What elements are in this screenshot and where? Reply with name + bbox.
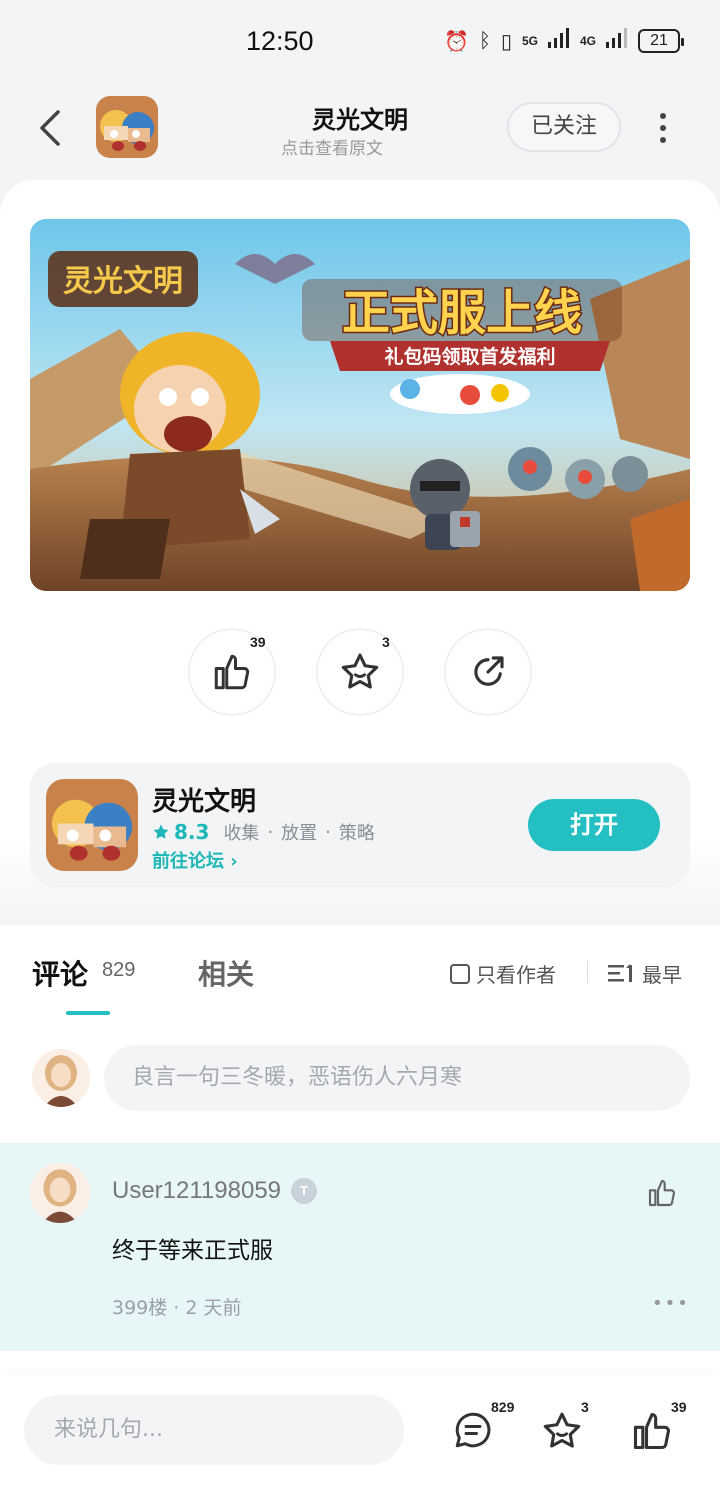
game-tag: 收集 xyxy=(223,823,260,844)
battery-icon: 21 xyxy=(638,29,684,53)
banner-logo-text: 灵光文明 xyxy=(63,264,183,299)
reply-input[interactable]: 来说几句... xyxy=(24,1395,404,1465)
comment-more-button[interactable]: ••• xyxy=(652,1293,690,1314)
rating-value: 8.3 xyxy=(174,820,210,844)
star-icon xyxy=(543,1412,581,1448)
favorite-count: 3 xyxy=(382,634,390,650)
checkbox-icon xyxy=(450,963,470,984)
comment-bubble-icon xyxy=(455,1412,491,1448)
open-game-button[interactable]: 打开 xyxy=(528,799,660,851)
status-time: 12:50 xyxy=(246,26,314,56)
tab-related[interactable]: 相关 xyxy=(198,953,254,993)
tab-comments[interactable]: 评论 xyxy=(32,953,88,993)
post-banner-image[interactable]: 灵光文明 正式服上线 礼包码领取首发福利 xyxy=(30,219,690,591)
chevron-right-icon: › xyxy=(230,851,238,872)
share-icon xyxy=(474,656,504,686)
status-icons: ⏰ ᛒ ▯ 5G 4G 21 xyxy=(444,28,684,54)
favorite-button[interactable] xyxy=(316,628,404,716)
banner-ribbon-text: 礼包码领取首发福利 xyxy=(384,345,555,368)
comment-input[interactable]: 良言一句三冬暖，恶语伤人六月寒 xyxy=(104,1045,690,1111)
bottom-bar: 来说几句... 829 3 39 xyxy=(0,1375,720,1485)
game-name: 灵光文明 xyxy=(152,787,257,817)
sort-label: 最早 xyxy=(642,963,682,987)
comment-meta: 399楼 · 2 天前 xyxy=(112,1297,242,1319)
more-options-button[interactable] xyxy=(650,108,676,148)
comment-item[interactable]: User121198059 T 终于等来正式服 399楼 · 2 天前 ••• xyxy=(0,1143,720,1351)
signal-5g-icon: 5G xyxy=(521,34,538,48)
thumbs-up-icon xyxy=(214,654,250,690)
signal-bars-2-icon xyxy=(606,28,628,54)
only-author-toggle[interactable]: 只看作者 xyxy=(450,959,556,988)
bluetooth-icon: ᛒ xyxy=(478,29,491,52)
bottom-comment-count: 829 xyxy=(491,1399,515,1415)
bottom-like-button[interactable] xyxy=(630,1409,674,1457)
status-bar: 12:50 ⏰ ᛒ ▯ 5G 4G 21 xyxy=(0,0,720,84)
comment-text: 终于等来正式服 xyxy=(112,1238,273,1264)
game-info-card[interactable]: 灵光文明 8.3 收集 · 放置 · 策略 前往论坛 › 打开 xyxy=(30,763,690,887)
sort-toggle[interactable]: 最早 xyxy=(608,959,682,988)
follow-button[interactable]: 已关注 xyxy=(507,102,621,152)
post-actions: 39 3 xyxy=(0,628,720,718)
bottom-favorite-button[interactable] xyxy=(540,1409,584,1457)
share-button[interactable] xyxy=(444,628,532,716)
active-tab-indicator xyxy=(66,1011,110,1015)
star-icon xyxy=(341,653,379,689)
comment-count: 829 xyxy=(102,959,136,981)
level-badge-icon: T xyxy=(291,1178,318,1204)
commenter-name[interactable]: User121198059 T xyxy=(112,1177,318,1205)
tag-separator: · xyxy=(325,821,331,843)
game-icon xyxy=(46,779,138,871)
top-nav: 灵光文明 点击查看原文 已关注 xyxy=(0,84,720,180)
comments-section: 评论 829 相关 只看作者 最早 良言一句三冬暖，恶语伤人六月寒 User12… xyxy=(0,925,720,1375)
sort-icon xyxy=(608,963,632,982)
thumbs-up-icon xyxy=(648,1179,676,1207)
bottom-fav-count: 3 xyxy=(581,1399,589,1415)
divider xyxy=(587,961,588,983)
forum-link[interactable]: 前往论坛 › xyxy=(152,847,238,873)
comment-like-button[interactable] xyxy=(646,1177,678,1213)
comments-button[interactable] xyxy=(452,1409,494,1455)
only-author-label: 只看作者 xyxy=(476,963,556,987)
my-avatar xyxy=(32,1049,90,1107)
post-card: 灵光文明 正式服上线 礼包码领取首发福利 39 3 灵光文明 8.3 收集 · … xyxy=(0,180,720,925)
tag-separator: · xyxy=(267,821,274,843)
commenter-avatar[interactable] xyxy=(30,1163,90,1223)
alarm-icon: ⏰ xyxy=(444,30,469,53)
vibrate-icon: ▯ xyxy=(500,30,512,53)
like-count: 39 xyxy=(250,634,266,650)
bottom-like-count: 39 xyxy=(671,1399,687,1415)
forum-link-label: 前往论坛 xyxy=(152,851,224,872)
banner-headline: 正式服上线 xyxy=(342,285,582,341)
username: User121198059 xyxy=(112,1177,282,1204)
game-meta: 8.3 收集 · 放置 · 策略 xyxy=(152,819,375,845)
star-filled-icon xyxy=(153,824,169,839)
more-vertical-icon xyxy=(660,113,666,143)
game-tag: 放置 xyxy=(281,823,318,844)
signal-4g-icon: 4G xyxy=(579,34,596,48)
game-rating: 8.3 xyxy=(152,820,209,844)
signal-bars-icon xyxy=(547,28,570,54)
game-tag: 策略 xyxy=(338,823,375,844)
thumbs-up-icon xyxy=(633,1412,670,1450)
